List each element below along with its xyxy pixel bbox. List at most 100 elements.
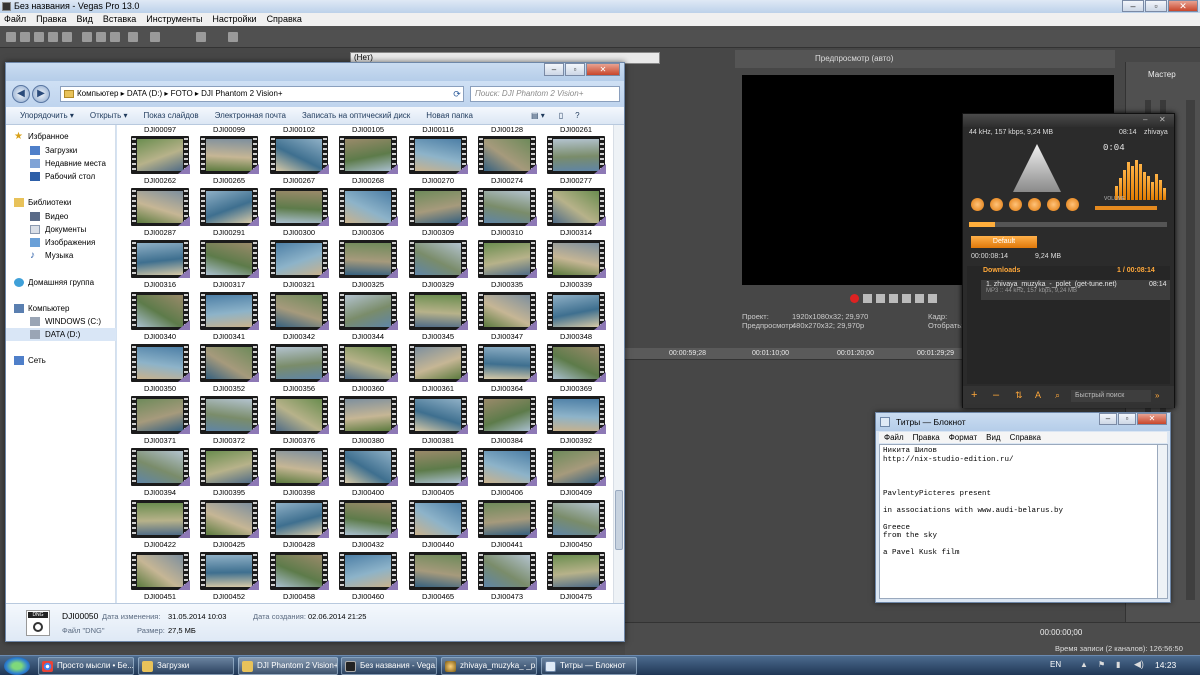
file-item[interactable]: DJI00309 <box>409 188 469 238</box>
file-item[interactable]: DJI00268 <box>339 136 399 186</box>
file-item[interactable]: DJI00406 <box>478 448 538 498</box>
play-icon[interactable] <box>889 294 898 303</box>
new-project-icon[interactable] <box>6 32 16 42</box>
file-item[interactable]: DJI00372 <box>200 396 260 446</box>
menu-format[interactable]: Формат <box>949 432 977 443</box>
nav-video[interactable]: Видео <box>6 210 116 223</box>
file-item[interactable]: DJI00371 <box>131 396 191 446</box>
save-icon[interactable] <box>34 32 44 42</box>
search-icon[interactable]: ⌕ <box>1055 390 1060 401</box>
taskbar-item-downloads[interactable]: Загрузки <box>138 657 234 675</box>
file-item[interactable]: DJI00405 <box>409 448 469 498</box>
file-item[interactable]: DJI00441 <box>478 500 538 550</box>
preview-quality-dropdown[interactable]: Предпросмотр (авто) <box>815 54 893 63</box>
taskbar-item-aimp[interactable]: zhivaya_muzyka_-_p... <box>441 657 537 675</box>
file-item[interactable]: DJI00450 <box>547 500 607 550</box>
eq-knob[interactable] <box>1009 198 1022 211</box>
eq-knob[interactable] <box>1028 198 1041 211</box>
pause-icon[interactable] <box>902 294 911 303</box>
breadcrumb[interactable]: Компьютер ▸ DATA (D:) ▸ FOTO ▸ DJI Phant… <box>77 89 283 98</box>
file-item[interactable]: DJI00360 <box>339 344 399 394</box>
nav-downloads[interactable]: Загрузки <box>6 144 116 157</box>
go-to-end-icon[interactable] <box>928 294 937 303</box>
stop-icon[interactable] <box>915 294 924 303</box>
search-input[interactable]: Поиск: DJI Phantom 2 Vision+ <box>470 86 620 102</box>
file-item[interactable]: DJI00325 <box>339 240 399 290</box>
file-item[interactable]: DJI00300 <box>270 188 330 238</box>
copy-icon[interactable] <box>96 32 106 42</box>
minimize-button[interactable]: – <box>544 63 564 76</box>
forward-button[interactable]: ▶ <box>32 85 50 103</box>
organize-button[interactable]: Упорядочить ▾ <box>20 111 74 120</box>
file-item[interactable]: DJI00342 <box>270 292 330 342</box>
playlist-group-downloads[interactable]: Downloads 1 / 00:08:14 <box>967 267 1170 278</box>
file-item[interactable]: DJI00473 <box>478 552 538 602</box>
paste-icon[interactable] <box>110 32 120 42</box>
file-item[interactable]: DJI00262 <box>131 136 191 186</box>
file-item[interactable]: DJI00364 <box>478 344 538 394</box>
file-item[interactable]: DJI00384 <box>478 396 538 446</box>
file-item[interactable]: DJI00267 <box>270 136 330 186</box>
file-item[interactable]: DJI00317 <box>200 240 260 290</box>
file-item[interactable]: DJI00274 <box>478 136 538 186</box>
burn-disc-button[interactable]: Записать на оптический диск <box>302 111 410 120</box>
sort-icon[interactable]: ⇅ <box>1015 390 1023 401</box>
file-item[interactable]: DJI00347 <box>478 292 538 342</box>
master-fader[interactable] <box>1186 100 1195 600</box>
refresh-icon[interactable]: ⟳ <box>450 86 464 102</box>
nav-libraries[interactable]: Библиотеки <box>6 196 116 209</box>
maximize-button[interactable]: ▫ <box>1118 413 1136 425</box>
file-item[interactable]: DJI00335 <box>478 240 538 290</box>
help-icon[interactable]: ? <box>575 111 579 120</box>
eq-knob[interactable] <box>1066 198 1079 211</box>
notepad-titlebar[interactable]: Титры — Блокнот – ▫ ✕ <box>876 413 1170 431</box>
file-item[interactable]: DJI00344 <box>339 292 399 342</box>
file-item[interactable]: DJI00392 <box>547 396 607 446</box>
file-item[interactable]: DJI00287 <box>131 188 191 238</box>
file-list[interactable]: DJI00097 DJI00099 DJI00102 DJI00105 DJI00116… <box>117 125 613 603</box>
volume-slider[interactable] <box>1095 206 1157 210</box>
file-item[interactable]: DJI00440 <box>409 500 469 550</box>
record-icon[interactable] <box>850 294 859 303</box>
seek-bar[interactable] <box>969 222 1167 227</box>
menu-tools[interactable]: Инструменты <box>146 13 202 26</box>
file-item[interactable]: DJI00376 <box>270 396 330 446</box>
menu-edit[interactable]: Правка <box>913 432 940 443</box>
nav-favorites[interactable]: ★ Избранное <box>6 130 116 143</box>
file-item[interactable]: DJI00369 <box>547 344 607 394</box>
file-item[interactable]: DJI00310 <box>478 188 538 238</box>
file-item[interactable]: DJI00465 <box>409 552 469 602</box>
playlist-track[interactable]: 1. zhivaya_muzyka_-_polet_(get-tune.net)… <box>981 280 1170 300</box>
file-item[interactable]: DJI00352 <box>200 344 260 394</box>
file-item[interactable]: DJI00316 <box>131 240 191 290</box>
menu-icon[interactable]: » <box>1155 391 1159 400</box>
aimp-clock[interactable]: 0:04 <box>1103 143 1125 153</box>
notepad-scrollbar[interactable] <box>1158 444 1168 599</box>
file-item[interactable]: DJI00314 <box>547 188 607 238</box>
file-item[interactable]: DJI00425 <box>200 500 260 550</box>
file-item[interactable]: DJI00432 <box>339 500 399 550</box>
file-item[interactable]: DJI00348 <box>547 292 607 342</box>
file-item[interactable]: DJI00428 <box>270 500 330 550</box>
file-item[interactable]: DJI00350 <box>131 344 191 394</box>
menu-file[interactable]: Файл <box>884 432 904 443</box>
nav-drive-d[interactable]: DATA (D:) <box>6 328 116 341</box>
add-icon[interactable]: + <box>971 389 977 401</box>
aimp-titlebar[interactable]: – ✕ <box>963 114 1174 127</box>
tray-overflow-icon[interactable]: ▲ <box>1080 660 1088 669</box>
file-item[interactable]: DJI00277 <box>547 136 607 186</box>
redo-icon[interactable] <box>150 32 160 42</box>
file-item[interactable]: DJI00270 <box>409 136 469 186</box>
close-button[interactable]: ✕ <box>1168 0 1198 12</box>
menu-edit[interactable]: Правка <box>36 13 66 26</box>
menu-help[interactable]: Справка <box>1010 432 1041 443</box>
nav-computer[interactable]: Компьютер <box>6 302 116 315</box>
nav-homegroup[interactable]: Домашняя группа <box>6 276 116 289</box>
playlist-tab-default[interactable]: Default <box>971 236 1037 248</box>
nav-recent[interactable]: Недавние места <box>6 157 116 170</box>
file-item[interactable]: DJI00422 <box>131 500 191 550</box>
envelope-tool-icon[interactable] <box>228 32 238 42</box>
back-button[interactable]: ◀ <box>12 85 30 103</box>
taskbar-item-explorer[interactable]: DJI Phantom 2 Vision+ <box>238 657 338 675</box>
nav-network[interactable]: Сеть <box>6 354 116 367</box>
